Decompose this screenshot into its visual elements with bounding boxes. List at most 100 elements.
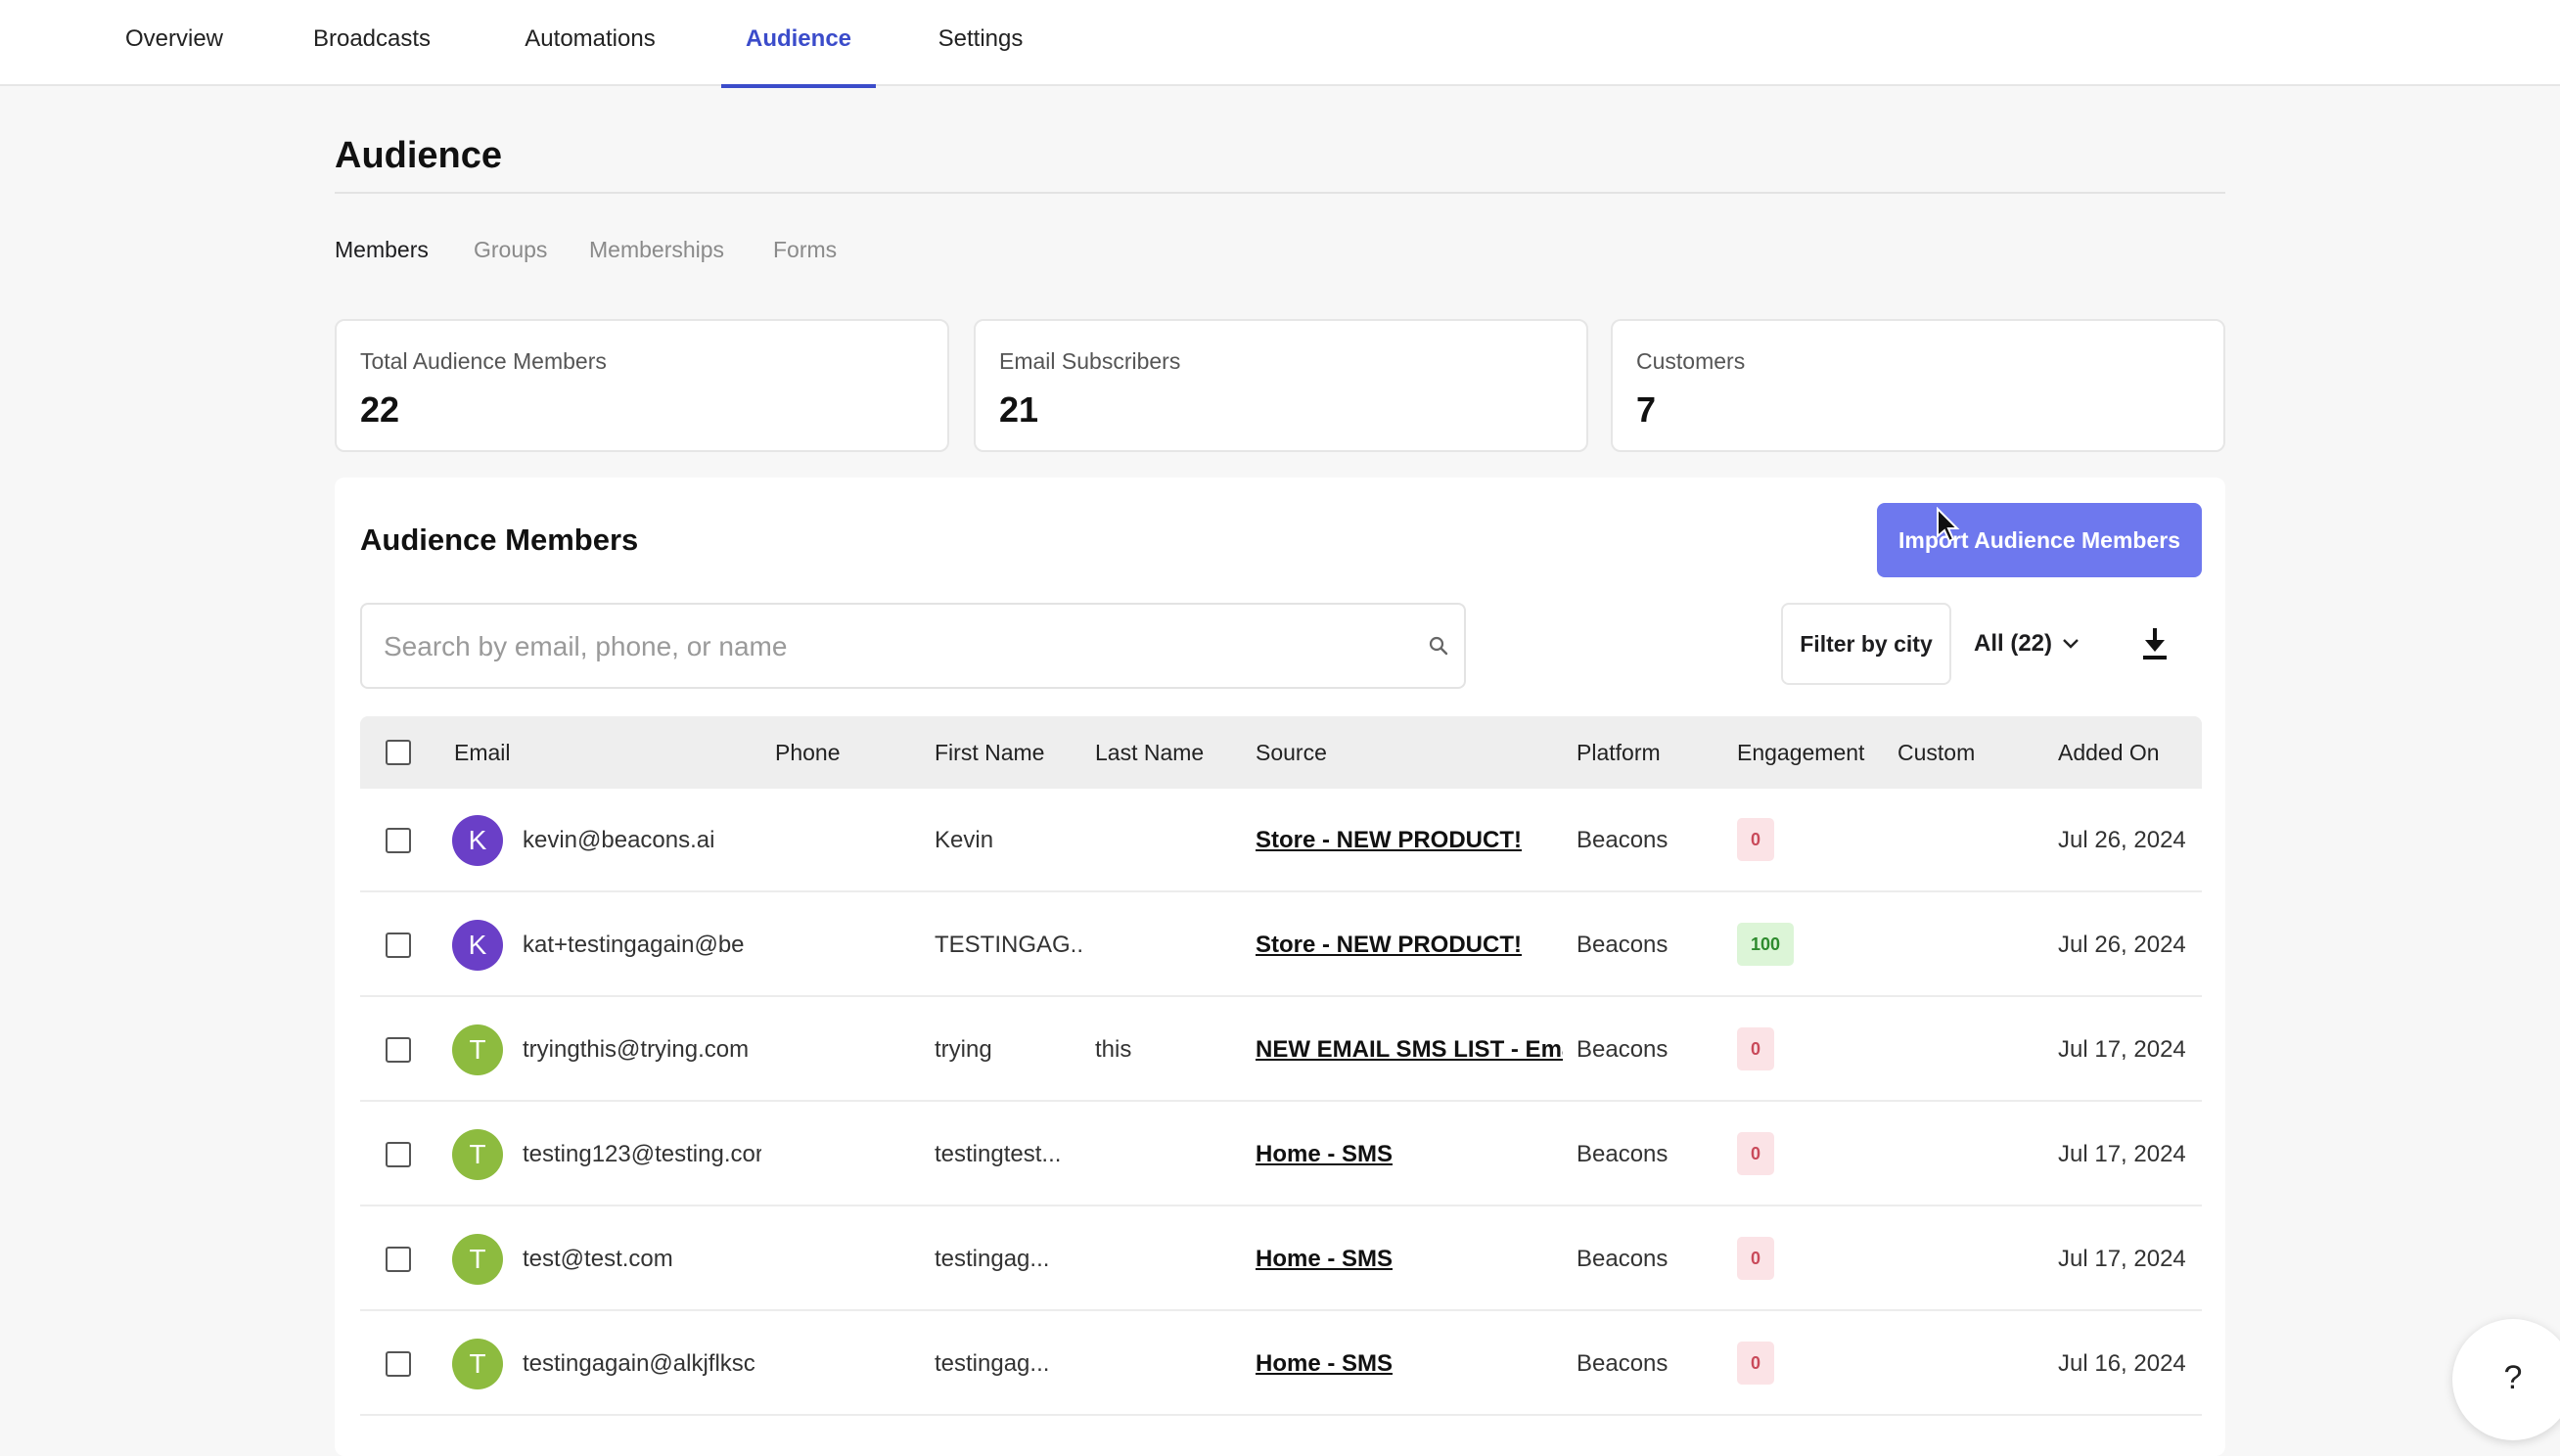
- stat-card-email-subscribers: Email Subscribers 21: [974, 319, 1588, 452]
- avatar: K: [452, 815, 503, 866]
- page-title: Audience: [335, 135, 503, 176]
- subtab-memberships[interactable]: Memberships: [589, 237, 724, 263]
- platform-cell: Beacons: [1577, 1036, 1669, 1063]
- mouse-cursor-icon: [1937, 507, 1960, 543]
- source-cell: Home - SMS: [1256, 1207, 1563, 1311]
- subtab-members[interactable]: Members: [335, 237, 429, 263]
- tab-overview[interactable]: Overview: [108, 0, 241, 86]
- source-link[interactable]: Home - SMS: [1256, 1246, 1393, 1272]
- column-header-email[interactable]: Email: [454, 716, 511, 789]
- search-box: [360, 603, 1466, 689]
- first-name-cell: testingtest...: [935, 1141, 1062, 1167]
- first-name-cell: Kevin: [935, 827, 994, 853]
- platform-cell: Beacons: [1577, 1246, 1669, 1272]
- table-row[interactable]: Kkat+testingagain@be TESTINGAG... Store - …: [360, 893, 2202, 997]
- stat-card-customers: Customers 7: [1611, 319, 2225, 452]
- row-checkbox[interactable]: [386, 1351, 411, 1377]
- engagement-badge: 0: [1737, 1027, 1774, 1070]
- source-link[interactable]: Home - SMS: [1256, 1350, 1393, 1377]
- tab-automations[interactable]: Automations: [503, 0, 677, 86]
- table-row[interactable]: Ttryingthis@trying.com trying this NEW EMAI…: [360, 998, 2202, 1102]
- added-on-cell: Jul 26, 2024: [2058, 932, 2186, 958]
- tab-audience[interactable]: Audience: [721, 0, 876, 88]
- first-name-cell: testingag...: [935, 1246, 1050, 1272]
- row-checkbox[interactable]: [386, 933, 411, 958]
- last-name-cell: this: [1095, 1036, 1132, 1063]
- email-cell: testingagain@alkjflksc: [523, 1350, 755, 1377]
- email-cell: testing123@testing.cor: [523, 1141, 761, 1167]
- import-audience-members-button[interactable]: Import Audience Members: [1877, 503, 2202, 577]
- avatar: T: [452, 1339, 503, 1389]
- column-header-engagement[interactable]: Engagement: [1737, 716, 1864, 789]
- source-link[interactable]: NEW EMAIL SMS LIST - Email &: [1256, 1036, 1563, 1063]
- stat-label: Customers: [1636, 348, 1746, 374]
- search-icon[interactable]: [1427, 634, 1450, 658]
- avatar: K: [452, 920, 503, 971]
- avatar: T: [452, 1234, 503, 1285]
- download-icon[interactable]: [2135, 624, 2174, 663]
- filter-by-city-button[interactable]: Filter by city: [1781, 603, 1951, 685]
- added-on-cell: Jul 17, 2024: [2058, 1141, 2186, 1167]
- source-link[interactable]: Store - NEW PRODUCT!: [1256, 932, 1522, 958]
- platform-cell: Beacons: [1577, 1350, 1669, 1377]
- subtab-groups[interactable]: Groups: [474, 237, 547, 263]
- divider: [335, 192, 2225, 194]
- first-name-cell: testingag...: [935, 1350, 1050, 1377]
- engagement-badge: 0: [1737, 1132, 1774, 1175]
- column-header-custom[interactable]: Custom: [1897, 716, 1975, 789]
- stat-value: 21: [999, 389, 1039, 430]
- source-link[interactable]: Home - SMS: [1256, 1141, 1393, 1167]
- source-cell: Home - SMS: [1256, 1312, 1563, 1416]
- added-on-cell: Jul 17, 2024: [2058, 1246, 2186, 1272]
- column-header-first-name[interactable]: First Name: [935, 716, 1044, 789]
- added-on-cell: Jul 26, 2024: [2058, 827, 2186, 853]
- email-cell: kat+testingagain@be: [523, 932, 745, 958]
- table-row[interactable]: Ttest@test.com testingag... Home - SMS Beac…: [360, 1207, 2202, 1311]
- member-count-label: All (22): [1973, 630, 2052, 657]
- engagement-badge: 100: [1737, 923, 1794, 966]
- engagement-badge: 0: [1737, 1342, 1774, 1385]
- column-header-source[interactable]: Source: [1256, 716, 1327, 789]
- avatar: T: [452, 1129, 503, 1180]
- column-header-phone[interactable]: Phone: [775, 716, 841, 789]
- row-checkbox[interactable]: [386, 828, 411, 853]
- stat-value: 22: [360, 389, 400, 430]
- source-link[interactable]: Store - NEW PRODUCT!: [1256, 827, 1522, 853]
- select-all-checkbox[interactable]: [386, 740, 411, 765]
- added-on-cell: Jul 17, 2024: [2058, 1036, 2186, 1063]
- email-cell: tryingthis@trying.com: [523, 1036, 750, 1063]
- avatar: T: [452, 1024, 503, 1075]
- tab-broadcasts[interactable]: Broadcasts: [294, 0, 450, 86]
- column-header-last-name[interactable]: Last Name: [1095, 716, 1204, 789]
- table-header: Email Phone First Name Last Name Source …: [360, 716, 2202, 789]
- source-cell: Store - NEW PRODUCT!: [1256, 893, 1563, 997]
- engagement-badge: 0: [1737, 1237, 1774, 1280]
- column-header-platform[interactable]: Platform: [1577, 716, 1661, 789]
- email-cell: test@test.com: [523, 1246, 673, 1272]
- source-cell: Store - NEW PRODUCT!: [1256, 789, 1563, 892]
- tab-settings[interactable]: Settings: [922, 0, 1039, 86]
- audience-members-panel: Audience Members Import Audience Members…: [335, 478, 2225, 1456]
- first-name-cell: trying: [935, 1036, 992, 1063]
- source-cell: Home - SMS: [1256, 1103, 1563, 1206]
- column-header-added-on[interactable]: Added On: [2058, 716, 2160, 789]
- platform-cell: Beacons: [1577, 827, 1669, 853]
- row-checkbox[interactable]: [386, 1247, 411, 1272]
- row-checkbox[interactable]: [386, 1037, 411, 1063]
- subtab-forms[interactable]: Forms: [773, 237, 837, 263]
- stat-value: 7: [1636, 389, 1657, 430]
- source-cell: NEW EMAIL SMS LIST - Email &: [1256, 998, 1563, 1102]
- first-name-cell: TESTINGAG...: [935, 932, 1081, 958]
- help-button[interactable]: ?: [2452, 1319, 2560, 1440]
- platform-cell: Beacons: [1577, 932, 1669, 958]
- table-row[interactable]: Ttestingagain@alkjflksc testingag... Home …: [360, 1312, 2202, 1416]
- top-nav: Overview Broadcasts Automations Audience…: [0, 0, 2560, 88]
- member-count-select[interactable]: All (22): [1963, 603, 2090, 685]
- panel-title: Audience Members: [360, 523, 639, 557]
- table-row[interactable]: Kkevin@beacons.ai Kevin Store - NEW PRODUC…: [360, 789, 2202, 892]
- table-row[interactable]: Ttesting123@testing.cor testingtest... Hom…: [360, 1103, 2202, 1206]
- stat-label: Email Subscribers: [999, 348, 1181, 374]
- row-checkbox[interactable]: [386, 1142, 411, 1167]
- stat-card-total-members: Total Audience Members 22: [335, 319, 949, 452]
- search-input[interactable]: [382, 605, 1394, 689]
